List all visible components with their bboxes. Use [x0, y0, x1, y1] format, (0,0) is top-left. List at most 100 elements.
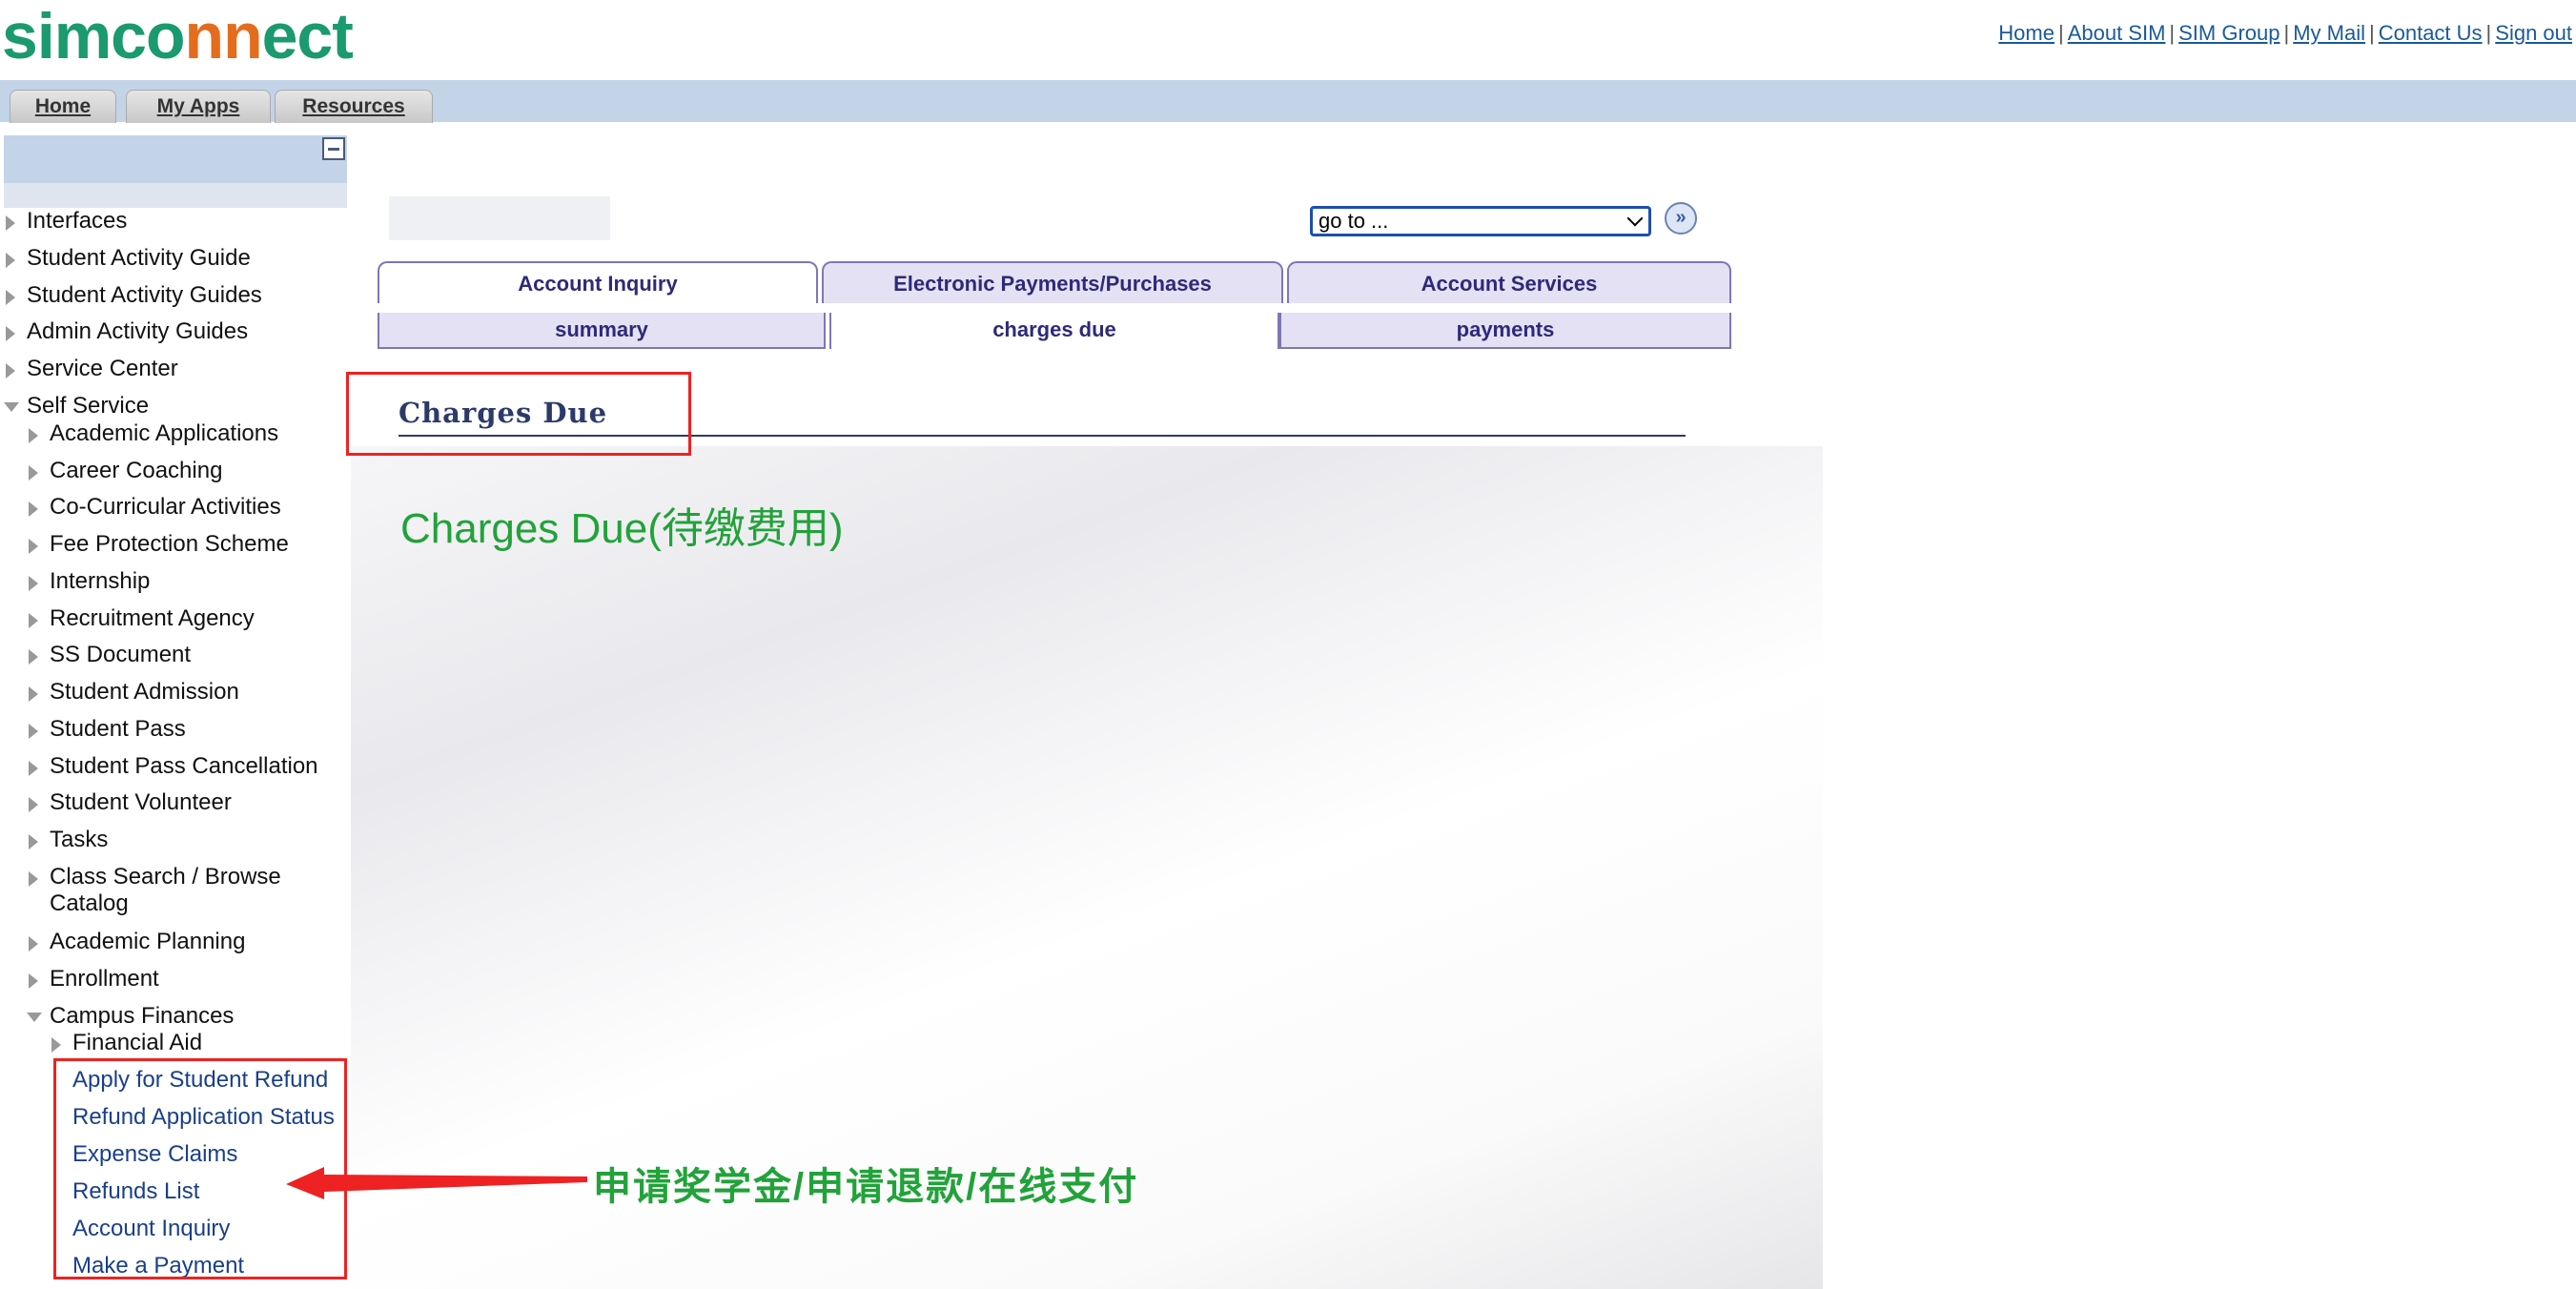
menu-item-fee-protection-scheme[interactable]: Fee Protection Scheme [29, 531, 289, 558]
menu-item-ss-document[interactable]: SS Document [29, 642, 192, 668]
menu-item-tasks[interactable]: Tasks [29, 827, 109, 853]
top-link-about-sim[interactable]: About SIM [2068, 21, 2166, 45]
expand-arrow-icon [29, 613, 38, 628]
nav-tab-home[interactable]: Home [10, 90, 116, 123]
menu-item-student-activity-guides[interactable]: Student Activity Guides [6, 282, 262, 309]
menu-label: Academic Applications [50, 420, 279, 446]
tab-account-services[interactable]: Account Services [1287, 261, 1731, 303]
placeholder-box [389, 196, 610, 240]
menu-item-class-search[interactable]: Class Search / Browse [29, 864, 281, 890]
menu-label: Self Service [27, 393, 150, 419]
menu-item-interfaces[interactable]: Interfaces [6, 208, 128, 235]
highlight-box-title [346, 372, 691, 456]
menu-item-recruitment-agency[interactable]: Recruitment Agency [29, 605, 255, 632]
menu-item-co-curricular-activities[interactable]: Co-Curricular Activities [29, 494, 281, 521]
menu-item-student-pass[interactable]: Student Pass [29, 716, 186, 743]
menu-item-academic-planning[interactable]: Academic Planning [29, 929, 246, 955]
menu-item-academic-applications[interactable]: Academic Applications [29, 420, 279, 447]
expand-arrow-icon [29, 686, 38, 702]
menu-item-student-pass-cancellation[interactable]: Student Pass Cancellation [29, 753, 318, 780]
logo-part-c: ect [261, 0, 354, 72]
go-button-icon[interactable]: » [1665, 202, 1697, 235]
menu-label: Class Search / Browse [50, 864, 281, 890]
subtab-charges-due[interactable]: charges due [829, 313, 1279, 349]
logo-part-a: simco [2, 0, 186, 72]
menu-item-class-search-line2[interactable]: Catalog [50, 890, 129, 917]
annotation-arrow-icon [286, 1167, 587, 1199]
menu-item-service-center[interactable]: Service Center [6, 356, 178, 382]
menu-item-admin-activity-guides[interactable]: Admin Activity Guides [6, 318, 249, 345]
menu-item-career-coaching[interactable]: Career Coaching [29, 458, 223, 484]
menu-label: Internship [50, 568, 151, 594]
menu-label: SS Document [50, 642, 192, 667]
separator: | [2283, 21, 2290, 45]
menu-label: Academic Planning [50, 929, 246, 954]
tab-account-inquiry[interactable]: Account Inquiry [378, 261, 818, 303]
menu-label: Student Activity Guides [27, 282, 262, 308]
menu-item-internship[interactable]: Internship [29, 568, 151, 595]
menu-item-financial-aid[interactable]: Financial Aid [51, 1030, 203, 1056]
menu-item-student-volunteer[interactable]: Student Volunteer [29, 789, 232, 816]
menu-label: Fee Protection Scheme [50, 531, 289, 557]
menu-label: Student Pass Cancellation [50, 753, 318, 779]
sidebar-header [4, 135, 347, 183]
menu-label: Recruitment Agency [50, 605, 255, 631]
separator: | [2057, 21, 2064, 45]
menu-label: Student Activity Guide [27, 245, 251, 271]
separator: | [2485, 21, 2492, 45]
collapse-arrow-icon [27, 1013, 42, 1022]
menu-label: Service Center [27, 356, 178, 381]
menu-item-enrollment[interactable]: Enrollment [29, 966, 159, 992]
expand-arrow-icon [51, 1037, 61, 1053]
separator: | [2169, 21, 2176, 45]
expand-arrow-icon [29, 724, 38, 739]
nav-tab-my-apps[interactable]: My Apps [126, 90, 271, 123]
collapse-sidebar-icon[interactable] [322, 137, 345, 160]
expand-arrow-icon [29, 539, 38, 554]
expand-arrow-icon [6, 253, 15, 268]
chevron-down-icon [1626, 210, 1644, 227]
menu-label: Catalog [50, 890, 129, 916]
simconnect-logo[interactable]: simconnect [2, 0, 354, 74]
menu-label: Financial Aid [72, 1030, 203, 1055]
menu-item-student-admission[interactable]: Student Admission [29, 679, 239, 706]
menu-label: Career Coaching [50, 458, 223, 483]
annotation-title: Charges Due(待缴费用) [400, 505, 844, 552]
menu-label: Tasks [50, 827, 109, 852]
goto-select-value: go to ... [1319, 209, 1389, 233]
menu-label: Student Pass [50, 716, 186, 742]
expand-arrow-icon [6, 326, 15, 341]
expand-arrow-icon [29, 797, 38, 812]
tab-electronic-payments[interactable]: Electronic Payments/Purchases [822, 261, 1283, 303]
expand-arrow-icon [6, 215, 15, 231]
top-link-contact-us[interactable]: Contact Us [2379, 21, 2483, 45]
expand-arrow-icon [6, 363, 15, 379]
menu-label: Student Admission [50, 679, 239, 705]
subtab-summary[interactable]: summary [378, 313, 826, 349]
menu-label: Admin Activity Guides [27, 318, 249, 344]
expand-arrow-icon [29, 871, 38, 887]
menu-item-student-activity-guide[interactable]: Student Activity Guide [6, 245, 251, 272]
expand-arrow-icon [29, 649, 38, 665]
expand-arrow-icon [29, 465, 38, 481]
menu-label: Co-Curricular Activities [50, 494, 281, 520]
expand-arrow-icon [29, 936, 38, 951]
menu-label: Campus Finances [50, 1003, 235, 1029]
goto-select[interactable]: go to ... [1310, 206, 1651, 236]
expand-arrow-icon [29, 576, 38, 591]
menu-item-self-service[interactable]: Self Service [4, 393, 150, 419]
top-link-my-mail[interactable]: My Mail [2293, 21, 2365, 45]
subtab-payments[interactable]: payments [1279, 313, 1731, 349]
top-link-home[interactable]: Home [1998, 21, 2055, 45]
menu-item-campus-finances[interactable]: Campus Finances [27, 1003, 235, 1030]
menu-label: Student Volunteer [50, 789, 232, 815]
nav-tab-resources[interactable]: Resources [275, 90, 433, 123]
menu-label: Interfaces [27, 208, 128, 234]
top-link-sign-out[interactable]: Sign out [2495, 21, 2572, 45]
top-link-sim-group[interactable]: SIM Group [2178, 21, 2280, 45]
expand-arrow-icon [29, 973, 38, 989]
expand-arrow-icon [29, 501, 38, 517]
expand-arrow-icon [29, 761, 38, 776]
expand-arrow-icon [29, 834, 38, 849]
sidebar-header-strip [4, 183, 347, 208]
